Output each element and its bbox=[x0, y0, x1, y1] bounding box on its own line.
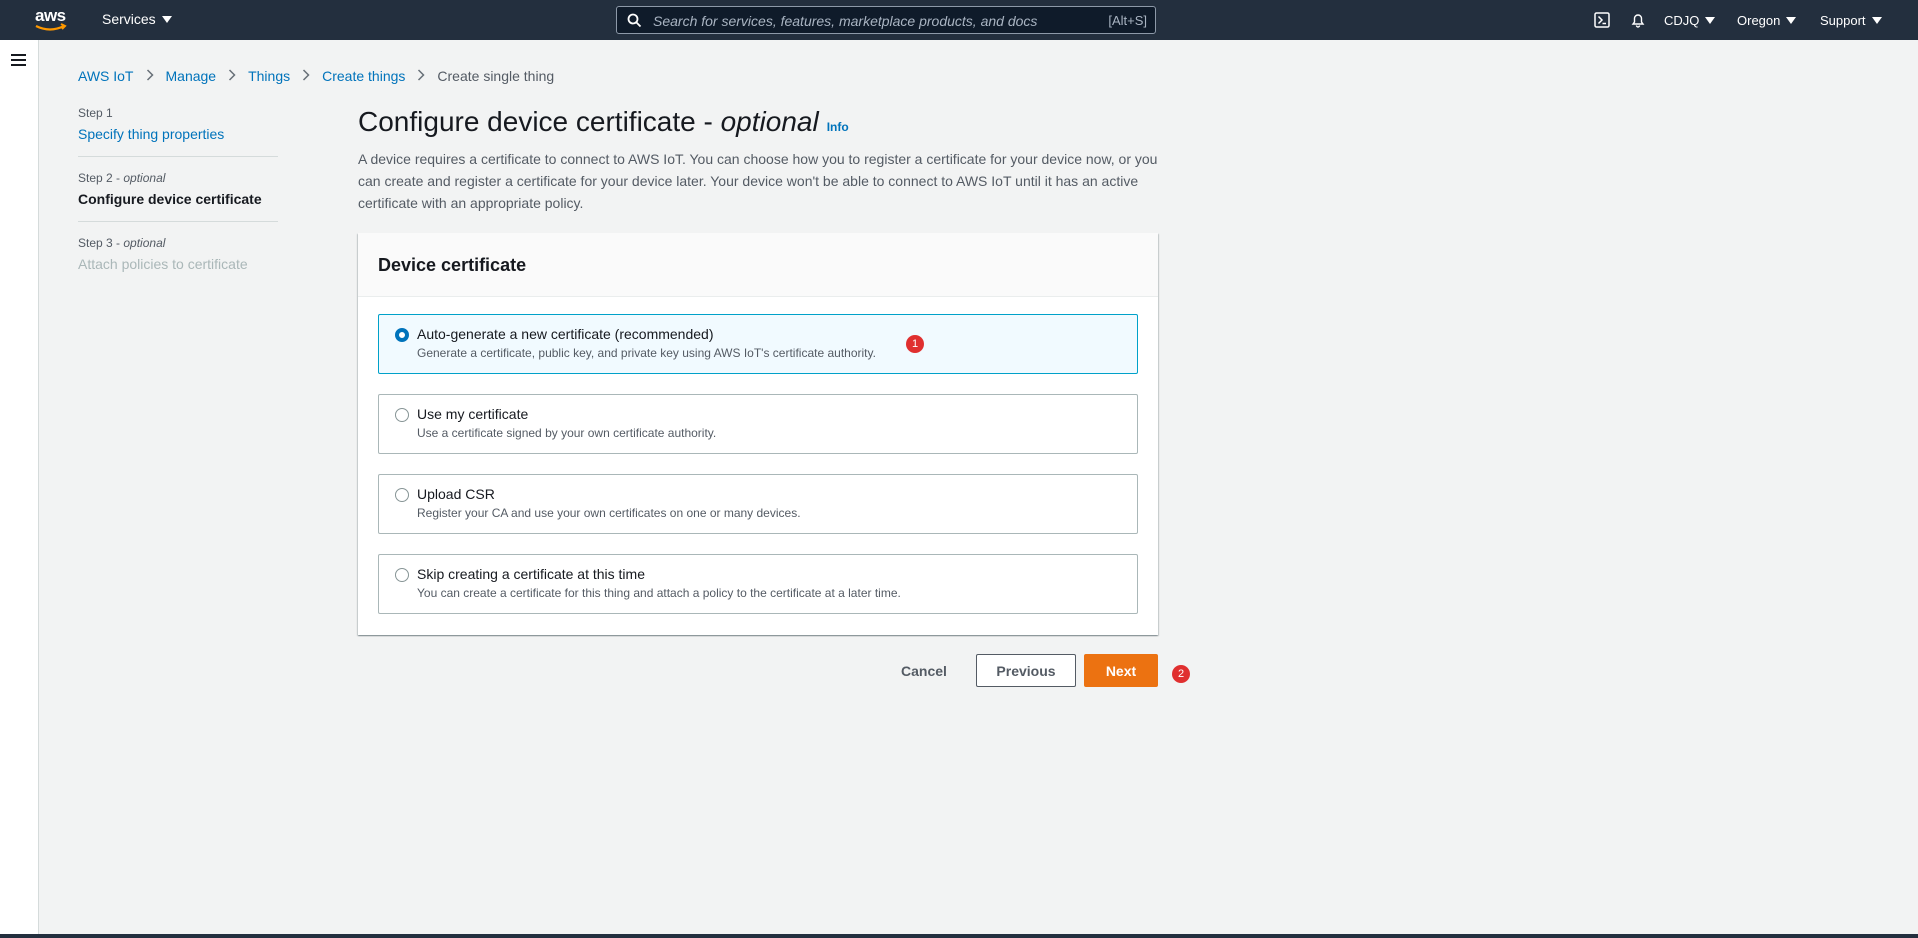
services-label: Services bbox=[102, 11, 156, 27]
aws-smile-icon bbox=[35, 23, 67, 31]
chevron-right-icon bbox=[417, 68, 425, 84]
step-2-title: Configure device certificate bbox=[78, 191, 262, 207]
top-navigation-bar: aws Services Search for services, featur… bbox=[0, 0, 1918, 40]
caret-down-icon bbox=[161, 15, 172, 23]
side-navigation-rail bbox=[0, 40, 39, 938]
breadcrumb-aws-iot[interactable]: AWS IoT bbox=[78, 68, 134, 84]
cloudshell-button[interactable] bbox=[1594, 0, 1610, 40]
step-1-link[interactable]: Specify thing properties bbox=[78, 126, 278, 142]
step-1: Step 1 Specify thing properties bbox=[78, 106, 278, 157]
device-certificate-panel: Device certificate Auto-generate a new c… bbox=[358, 233, 1158, 635]
chevron-right-icon bbox=[228, 68, 236, 84]
panel-header: Device certificate bbox=[358, 233, 1158, 297]
services-menu[interactable]: Services bbox=[102, 11, 172, 27]
cancel-button[interactable]: Cancel bbox=[890, 655, 958, 687]
bottom-bar bbox=[0, 934, 1918, 938]
search-icon bbox=[627, 13, 642, 28]
option-title: Auto-generate a new certificate (recomme… bbox=[417, 326, 714, 342]
search-placeholder: Search for services, features, marketpla… bbox=[653, 13, 1038, 29]
breadcrumb-manage[interactable]: Manage bbox=[166, 68, 217, 84]
breadcrumb-create-things[interactable]: Create things bbox=[322, 68, 405, 84]
option-description: You can create a certificate for this th… bbox=[417, 586, 901, 600]
caret-down-icon bbox=[1705, 16, 1716, 24]
search-bar[interactable]: Search for services, features, marketpla… bbox=[616, 6, 1156, 34]
page-title: Configure device certificate - optional … bbox=[358, 106, 849, 137]
caret-down-icon bbox=[1871, 16, 1882, 24]
breadcrumb-things[interactable]: Things bbox=[248, 68, 290, 84]
chevron-right-icon bbox=[146, 68, 154, 84]
bell-icon bbox=[1631, 14, 1645, 28]
notifications-button[interactable] bbox=[1630, 0, 1646, 40]
step-3-title: Attach policies to certificate bbox=[78, 256, 248, 272]
account-menu[interactable]: CDJQ bbox=[1664, 0, 1716, 40]
option-title: Skip creating a certificate at this time bbox=[417, 566, 645, 582]
step-3-label: Step 3 - optional bbox=[78, 236, 166, 250]
step-2-label: Step 2 - optional bbox=[78, 171, 166, 185]
cloudshell-icon bbox=[1594, 12, 1610, 28]
step-1-label: Step 1 bbox=[78, 106, 113, 120]
radio-skip-certificate[interactable] bbox=[395, 568, 409, 582]
step-2: Step 2 - optional Configure device certi… bbox=[78, 171, 278, 222]
radio-upload-csr[interactable] bbox=[395, 488, 409, 502]
option-auto-generate[interactable]: Auto-generate a new certificate (recomme… bbox=[378, 314, 1138, 374]
radio-auto-generate[interactable] bbox=[395, 328, 409, 342]
account-label: CDJQ bbox=[1664, 12, 1700, 28]
option-description: Use a certificate signed by your own cer… bbox=[417, 426, 717, 440]
region-menu[interactable]: Oregon bbox=[1737, 0, 1797, 40]
previous-button[interactable]: Previous bbox=[976, 654, 1076, 687]
breadcrumb-current: Create single thing bbox=[437, 68, 555, 84]
option-use-my-certificate[interactable]: Use my certificate Use a certificate sig… bbox=[378, 394, 1138, 454]
option-upload-csr[interactable]: Upload CSR Register your CA and use your… bbox=[378, 474, 1138, 534]
radio-use-my-certificate[interactable] bbox=[395, 408, 409, 422]
chevron-right-icon bbox=[302, 68, 310, 84]
option-description: Register your CA and use your own certif… bbox=[417, 506, 801, 520]
support-menu[interactable]: Support bbox=[1820, 0, 1882, 40]
option-title: Upload CSR bbox=[417, 486, 495, 502]
annotation-marker-1: 1 bbox=[906, 335, 924, 353]
breadcrumb: AWS IoT Manage Things Create things Crea… bbox=[78, 68, 554, 84]
option-skip-certificate[interactable]: Skip creating a certificate at this time… bbox=[378, 554, 1138, 614]
page-description: A device requires a certificate to conne… bbox=[358, 151, 1158, 211]
region-label: Oregon bbox=[1737, 12, 1781, 28]
search-shortcut: [Alt+S] bbox=[1108, 13, 1147, 28]
hamburger-menu-icon[interactable] bbox=[11, 54, 26, 66]
annotation-marker-2: 2 bbox=[1172, 665, 1190, 683]
info-link[interactable]: Info bbox=[827, 120, 849, 134]
aws-logo[interactable]: aws bbox=[34, 5, 70, 35]
wizard-steps: Step 1 Specify thing properties Step 2 -… bbox=[78, 106, 278, 300]
next-button[interactable]: Next bbox=[1084, 654, 1158, 687]
support-label: Support bbox=[1820, 12, 1866, 28]
page-title-optional: optional bbox=[720, 106, 819, 137]
step-3: Step 3 - optional Attach policies to cer… bbox=[78, 236, 278, 286]
option-description: Generate a certificate, public key, and … bbox=[417, 346, 876, 360]
option-title: Use my certificate bbox=[417, 406, 529, 422]
caret-down-icon bbox=[1786, 16, 1797, 24]
